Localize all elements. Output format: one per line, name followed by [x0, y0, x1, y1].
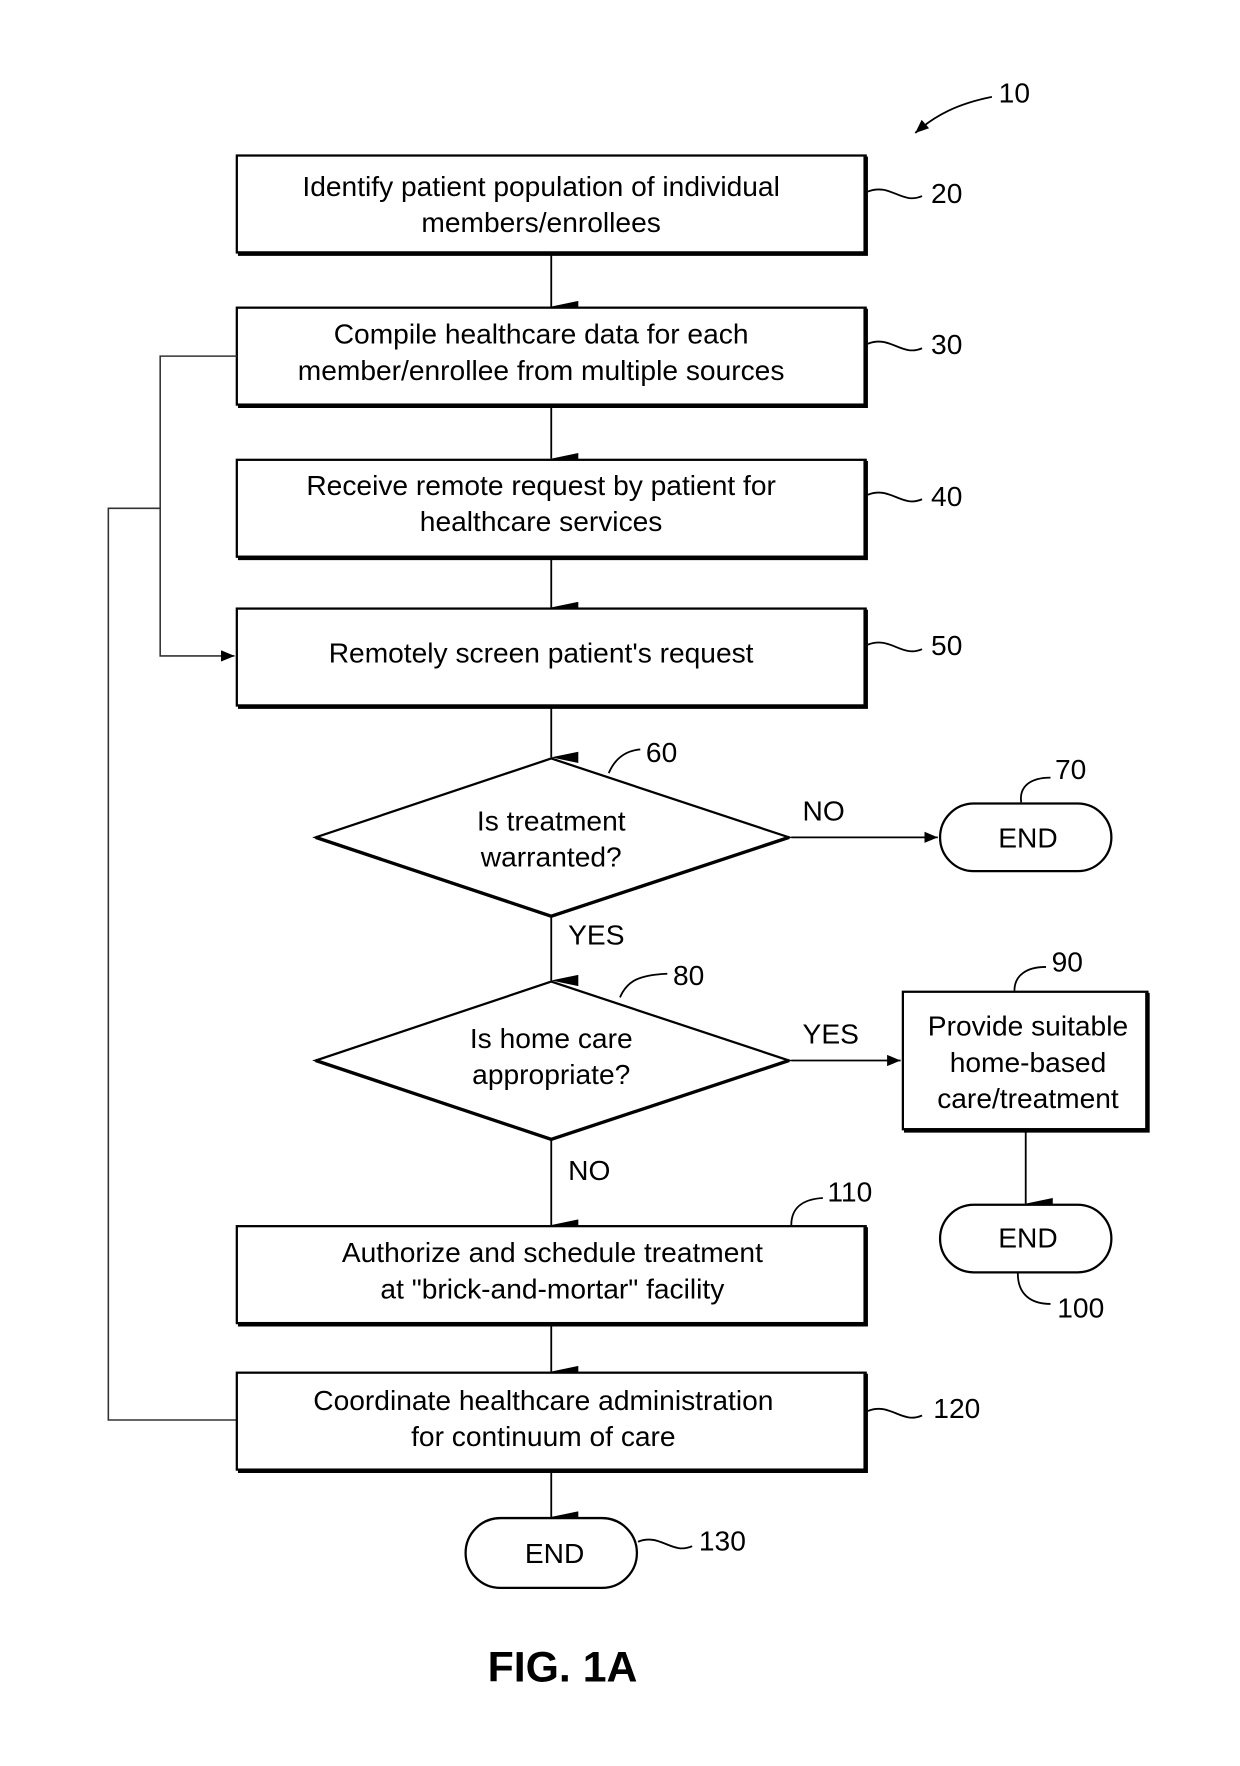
step-ref-number: 30 — [931, 328, 962, 360]
decision-text-line: appropriate? — [472, 1058, 630, 1090]
step-receive-request: Receive remote request by patient for he… — [235, 458, 962, 561]
step-ref-number: 50 — [931, 629, 962, 661]
yes-branch-label: YES — [568, 918, 624, 950]
step-ref-number: 40 — [931, 480, 962, 512]
step-authorize-schedule: Authorize and schedule treatment at "bri… — [235, 1175, 872, 1327]
no-branch-label: NO — [568, 1154, 610, 1186]
figure-reference: 10 — [914, 77, 1030, 134]
step-text-line: member/enrollee from multiple sources — [298, 354, 785, 386]
step-ref-number: 120 — [933, 1392, 980, 1424]
step-ref-number: 110 — [827, 1175, 872, 1207]
step-text-line: Remotely screen patient's request — [329, 637, 754, 669]
step-text-line: Compile healthcare data for each — [334, 318, 749, 350]
step-text-line: at "brick-and-mortar" facility — [380, 1272, 725, 1304]
step-home-based-care: Provide suitable home-based care/treatme… — [901, 945, 1150, 1133]
step-text-line: Identify patient population of individua… — [302, 170, 779, 202]
figure-reference-number: 10 — [999, 77, 1030, 109]
step-text-line: Authorize and schedule treatment — [342, 1236, 763, 1268]
loop-connector-120 — [107, 507, 237, 1421]
terminal-label: END — [525, 1537, 584, 1569]
terminal-end-70: END 70 — [938, 753, 1113, 873]
terminal-ref-number: 70 — [1055, 753, 1086, 785]
decision-ref-number: 80 — [673, 959, 704, 991]
step-text-line: care/treatment — [937, 1082, 1119, 1114]
step-text-line: Receive remote request by patient for — [306, 469, 776, 501]
step-text-line: Provide suitable — [928, 1010, 1128, 1042]
decision-treatment-warranted: Is treatment warranted? 60 — [312, 736, 793, 919]
figure-reference-arrow-icon — [914, 96, 993, 134]
figure-caption: FIG. 1A — [488, 1643, 638, 1691]
no-branch-label: NO — [803, 794, 845, 826]
step-remote-screen: Remotely screen patient's request 50 — [235, 607, 962, 709]
terminal-ref-number: 130 — [699, 1525, 746, 1557]
flowchart: 10 Identify patient population of indivi… — [107, 77, 1150, 1691]
step-text-line: home-based — [950, 1046, 1107, 1078]
data-connector-30-to-50 — [159, 355, 237, 662]
decision-ref-number: 60 — [646, 736, 677, 768]
step-text-line: for continuum of care — [411, 1420, 676, 1452]
terminal-end-130: END 130 — [464, 1516, 746, 1590]
step-text-line: Coordinate healthcare administration — [313, 1384, 773, 1416]
decision-home-care-appropriate: Is home care appropriate? 80 — [312, 959, 793, 1142]
decision-text-line: Is treatment — [477, 805, 626, 837]
decision-text-line: warranted? — [480, 841, 622, 873]
terminal-end-100: END 100 — [938, 1203, 1113, 1323]
step-text-line: members/enrollees — [421, 206, 660, 238]
step-compile-data: Compile healthcare data for each member/… — [235, 306, 962, 408]
step-ref-number: 20 — [931, 177, 962, 209]
step-coordinate-administration: Coordinate healthcare administration for… — [235, 1371, 980, 1473]
decision-text-line: Is home care — [470, 1022, 633, 1054]
step-ref-number: 90 — [1052, 945, 1083, 977]
step-identify-population: Identify patient population of individua… — [235, 154, 962, 256]
terminal-label: END — [998, 1222, 1057, 1254]
terminal-label: END — [998, 821, 1057, 853]
yes-branch-label: YES — [803, 1018, 859, 1050]
terminal-ref-number: 100 — [1057, 1291, 1104, 1323]
step-text-line: healthcare services — [420, 505, 663, 537]
